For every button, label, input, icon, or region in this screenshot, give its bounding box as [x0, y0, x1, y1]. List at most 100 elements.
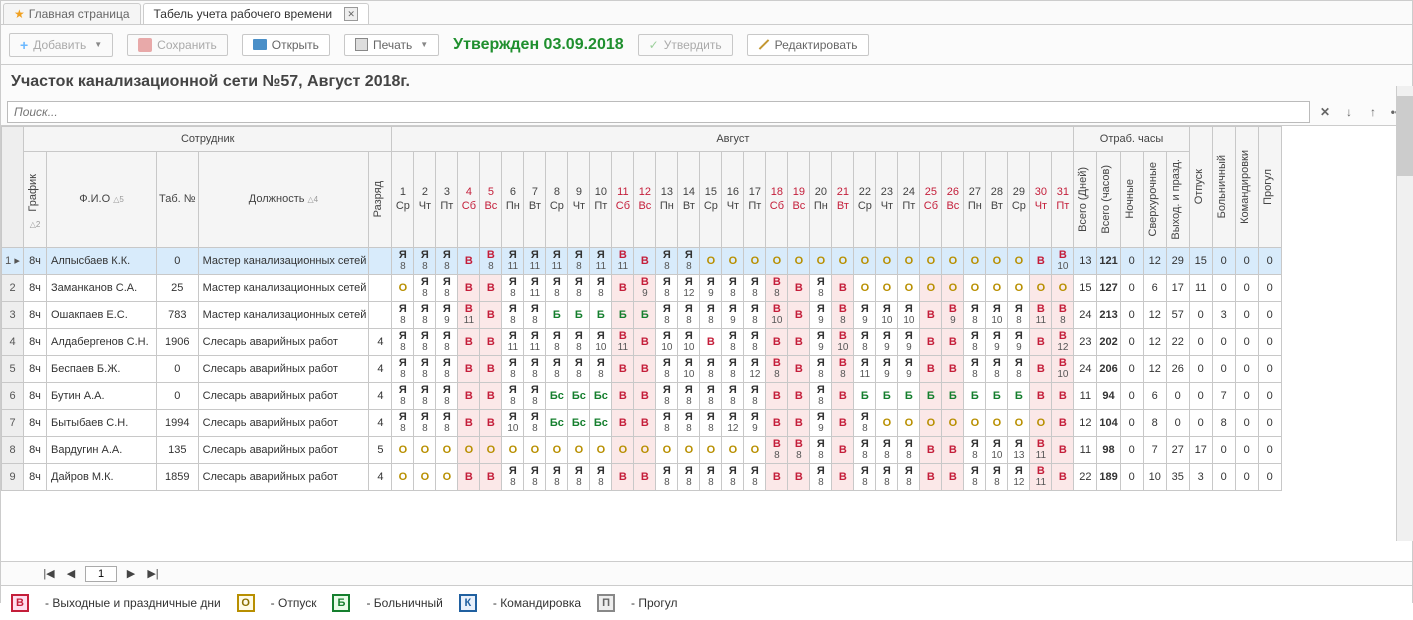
day-8-header[interactable]: 8Ср	[546, 152, 568, 248]
day-cell[interactable]: Я8	[964, 463, 986, 490]
day-cell[interactable]: О	[942, 409, 964, 436]
day-cell[interactable]: Я13	[1008, 436, 1030, 463]
day-cell[interactable]: Я8	[414, 247, 436, 274]
day-cell[interactable]: Я8	[964, 301, 986, 328]
day-cell[interactable]: Бс	[568, 382, 590, 409]
day-26-header[interactable]: 26Вс	[942, 152, 964, 248]
table-row[interactable]: 28чЗаманканов С.А.25Мастер канализационн…	[2, 274, 1282, 301]
day-cell[interactable]: Я8	[414, 274, 436, 301]
day-cell[interactable]: Я8	[524, 355, 546, 382]
day-cell[interactable]: О	[700, 247, 722, 274]
day-cell[interactable]: Я8	[392, 247, 414, 274]
total-hours-header[interactable]: Bcero (часов)	[1097, 152, 1120, 248]
day-cell[interactable]: Б	[634, 301, 656, 328]
day-cell[interactable]: Я10	[986, 436, 1008, 463]
day-cell[interactable]: В	[480, 355, 502, 382]
day-cell[interactable]: Б	[942, 382, 964, 409]
day-cell[interactable]: О	[1052, 274, 1074, 301]
day-cell[interactable]: О	[986, 247, 1008, 274]
day-cell[interactable]: Я9	[1008, 328, 1030, 355]
day-4-header[interactable]: 4Сб	[458, 152, 480, 248]
day-cell[interactable]: Я9	[436, 301, 458, 328]
day-cell[interactable]: Я8	[744, 463, 766, 490]
day-9-header[interactable]: 9Чт	[568, 152, 590, 248]
add-button[interactable]: +Добавить▼	[9, 33, 113, 57]
day-cell[interactable]: В9	[634, 274, 656, 301]
day-cell[interactable]: В	[832, 463, 854, 490]
day-cell[interactable]: Я10	[502, 409, 524, 436]
day-cell[interactable]: О	[700, 436, 722, 463]
table-row[interactable]: 38чОшакпаев Е.С.783Мастер канализационны…	[2, 301, 1282, 328]
day-cell[interactable]: Я8	[568, 328, 590, 355]
day-cell[interactable]: Б	[898, 382, 920, 409]
day-cell[interactable]: В8	[766, 274, 788, 301]
day-cell[interactable]: Я8	[810, 463, 832, 490]
day-cell[interactable]: Я8	[722, 328, 744, 355]
day-cell[interactable]: О	[876, 247, 898, 274]
day-cell[interactable]: В	[920, 436, 942, 463]
day-cell[interactable]: В	[942, 436, 964, 463]
day-cell[interactable]: О	[898, 274, 920, 301]
day-cell[interactable]: Я8	[524, 382, 546, 409]
day-cell[interactable]: В	[458, 409, 480, 436]
day-cell[interactable]: О	[832, 247, 854, 274]
day-cell[interactable]: Я8	[392, 301, 414, 328]
day-cell[interactable]: Я8	[810, 382, 832, 409]
day-24-header[interactable]: 24Пт	[898, 152, 920, 248]
day-5-header[interactable]: 5Вс	[480, 152, 502, 248]
day-19-header[interactable]: 19Вс	[788, 152, 810, 248]
day-25-header[interactable]: 25Сб	[920, 152, 942, 248]
day-cell[interactable]: В11	[458, 301, 480, 328]
day-cell[interactable]: Я8	[678, 409, 700, 436]
day-cell[interactable]: Я8	[436, 382, 458, 409]
day-cell[interactable]: Я8	[524, 301, 546, 328]
day-cell[interactable]: В	[832, 436, 854, 463]
day-cell[interactable]: О	[854, 274, 876, 301]
overtime-header[interactable]: Сверхурочные	[1143, 152, 1166, 248]
day-cell[interactable]: О	[1008, 274, 1030, 301]
day-cell[interactable]: Я8	[656, 301, 678, 328]
day-cell[interactable]: О	[1008, 409, 1030, 436]
day-cell[interactable]: Б	[854, 382, 876, 409]
close-icon[interactable]: ✕	[344, 7, 358, 21]
day-cell[interactable]: В	[788, 382, 810, 409]
day-cell[interactable]: Я9	[810, 409, 832, 436]
day-cell[interactable]: Я8	[722, 382, 744, 409]
day-cell[interactable]: В	[788, 409, 810, 436]
day-cell[interactable]: О	[920, 247, 942, 274]
day-17-header[interactable]: 17Пт	[744, 152, 766, 248]
day-22-header[interactable]: 22Ср	[854, 152, 876, 248]
day-cell[interactable]: О	[920, 274, 942, 301]
day-cell[interactable]: Я9	[876, 328, 898, 355]
day-cell[interactable]: Я8	[810, 355, 832, 382]
day-cell[interactable]: Я10	[678, 355, 700, 382]
day-cell[interactable]: В11	[1030, 463, 1052, 490]
night-header[interactable]: Ночные	[1120, 152, 1143, 248]
day-cell[interactable]: В	[458, 274, 480, 301]
table-row[interactable]: 1 ▸8чАлпысбаев К.К.0Мастер канализационн…	[2, 247, 1282, 274]
day-cell[interactable]: В	[942, 328, 964, 355]
day-cell[interactable]: Бс	[590, 382, 612, 409]
day-cell[interactable]: Б	[920, 382, 942, 409]
day-cell[interactable]: В	[458, 328, 480, 355]
day-cell[interactable]: Я11	[546, 247, 568, 274]
day-cell[interactable]: В	[766, 409, 788, 436]
day-cell[interactable]: Я9	[744, 409, 766, 436]
day-cell[interactable]: В	[788, 274, 810, 301]
timesheet-grid[interactable]: СотрудникАвгустОтраб. часыОтпускБольничн…	[1, 126, 1412, 561]
day-cell[interactable]: Я10	[898, 301, 920, 328]
day-cell[interactable]: Я8	[392, 355, 414, 382]
day-cell[interactable]: Я8	[810, 274, 832, 301]
day-11-header[interactable]: 11Сб	[612, 152, 634, 248]
day-cell[interactable]: Я11	[502, 328, 524, 355]
day-cell[interactable]: В11	[1030, 436, 1052, 463]
day-cell[interactable]: О	[876, 274, 898, 301]
table-row[interactable]: 78чБытыбаев С.Н.1994Слесарь аварийных ра…	[2, 409, 1282, 436]
day-15-header[interactable]: 15Ср	[700, 152, 722, 248]
day-cell[interactable]: Я8	[678, 301, 700, 328]
day-cell[interactable]: О	[568, 436, 590, 463]
day-cell[interactable]: Я8	[700, 409, 722, 436]
day-cell[interactable]: Б	[612, 301, 634, 328]
day-cell[interactable]: Я8	[876, 463, 898, 490]
day-cell[interactable]: Я12	[722, 409, 744, 436]
